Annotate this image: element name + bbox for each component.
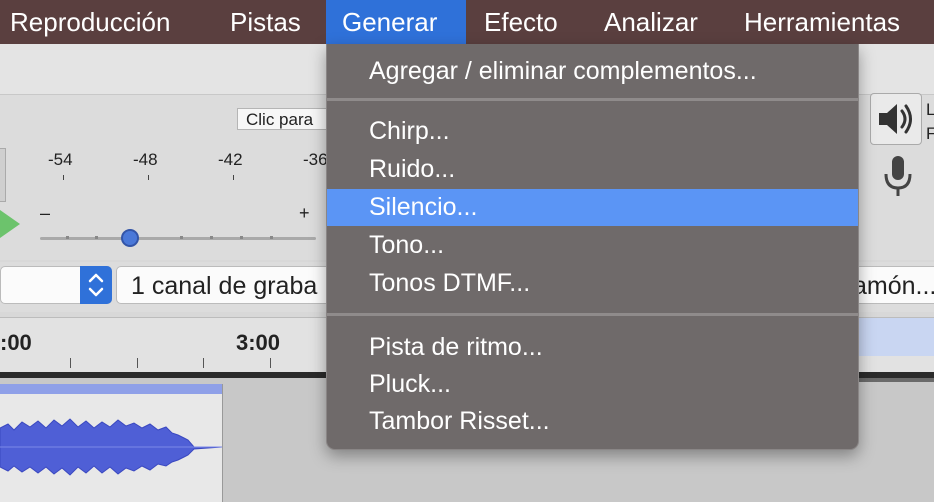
meter-toggle-button[interactable] [0,148,6,202]
track-edge [850,378,934,382]
timeline-tick [70,358,71,368]
truncated-label: F [926,124,934,143]
slider-dot [240,236,243,239]
menu-item-tonos-dtmf[interactable]: Tonos DTMF... [327,265,858,302]
menubar: Reproducción Pistas Generar Efecto Anali… [0,0,934,44]
timeline-tick [203,358,204,368]
speaker-icon[interactable] [870,93,922,145]
slider-dot [95,236,98,239]
menu-separator [327,313,858,316]
volume-slider-track[interactable] [40,237,316,240]
menu-item-pluck[interactable]: Pluck... [327,366,858,403]
timeline-tick [137,358,138,368]
truncated-label: L [926,100,934,119]
menu-herramientas[interactable]: Herramientas [734,0,910,44]
menu-reproduccion[interactable]: Reproducción [0,0,180,44]
meter-tick-label: -48 [133,150,158,169]
meter-tick [148,175,149,180]
menu-separator [327,98,858,101]
slider-plus-label: + [299,203,310,223]
slider-dot [210,236,213,239]
menu-item-add-remove-plugins[interactable]: Agregar / eliminar complementos... [327,53,858,90]
slider-minus-label: – [40,203,51,223]
clip-title-bar[interactable] [0,384,222,394]
menu-item-ruido[interactable]: Ruido... [327,151,858,188]
slider-dot [66,236,69,239]
meter-tick [233,175,234,180]
generate-menu: Agregar / eliminar complementos... Chirp… [326,44,859,450]
microphone-icon[interactable] [878,152,918,200]
recording-channels-select[interactable]: 1 canal de graba [116,266,356,304]
meter-tick-label: -54 [48,150,73,169]
menu-item-tono[interactable]: Tono... [327,227,858,264]
menu-item-pista-de-ritmo[interactable]: Pista de ritmo... [327,329,858,366]
meter-tick-label: -42 [218,150,243,169]
updown-chevron-icon[interactable] [80,266,112,304]
meter-tick [63,175,64,180]
menu-item-silencio[interactable]: Silencio... [327,189,858,226]
audio-waveform [0,418,222,476]
play-icon[interactable] [0,210,20,238]
menu-item-chirp[interactable]: Chirp... [327,113,858,150]
timeline-tick [270,358,271,368]
click-to-monitor-box[interactable]: Clic para [237,108,332,130]
menu-item-tambor-risset[interactable]: Tambor Risset... [327,403,858,440]
menu-analizar[interactable]: Analizar [594,0,708,44]
menu-generar[interactable]: Generar [326,0,466,44]
meter-tick-label: -36 [303,150,328,169]
menu-efecto[interactable]: Efecto [474,0,568,44]
volume-slider-thumb[interactable] [121,229,139,247]
slider-dot [270,236,273,239]
timeline-selection [850,318,934,356]
timeline-label: :00 [0,330,32,355]
slider-dot [180,236,183,239]
menu-pistas[interactable]: Pistas [220,0,311,44]
timeline-label: 3:00 [236,330,281,355]
